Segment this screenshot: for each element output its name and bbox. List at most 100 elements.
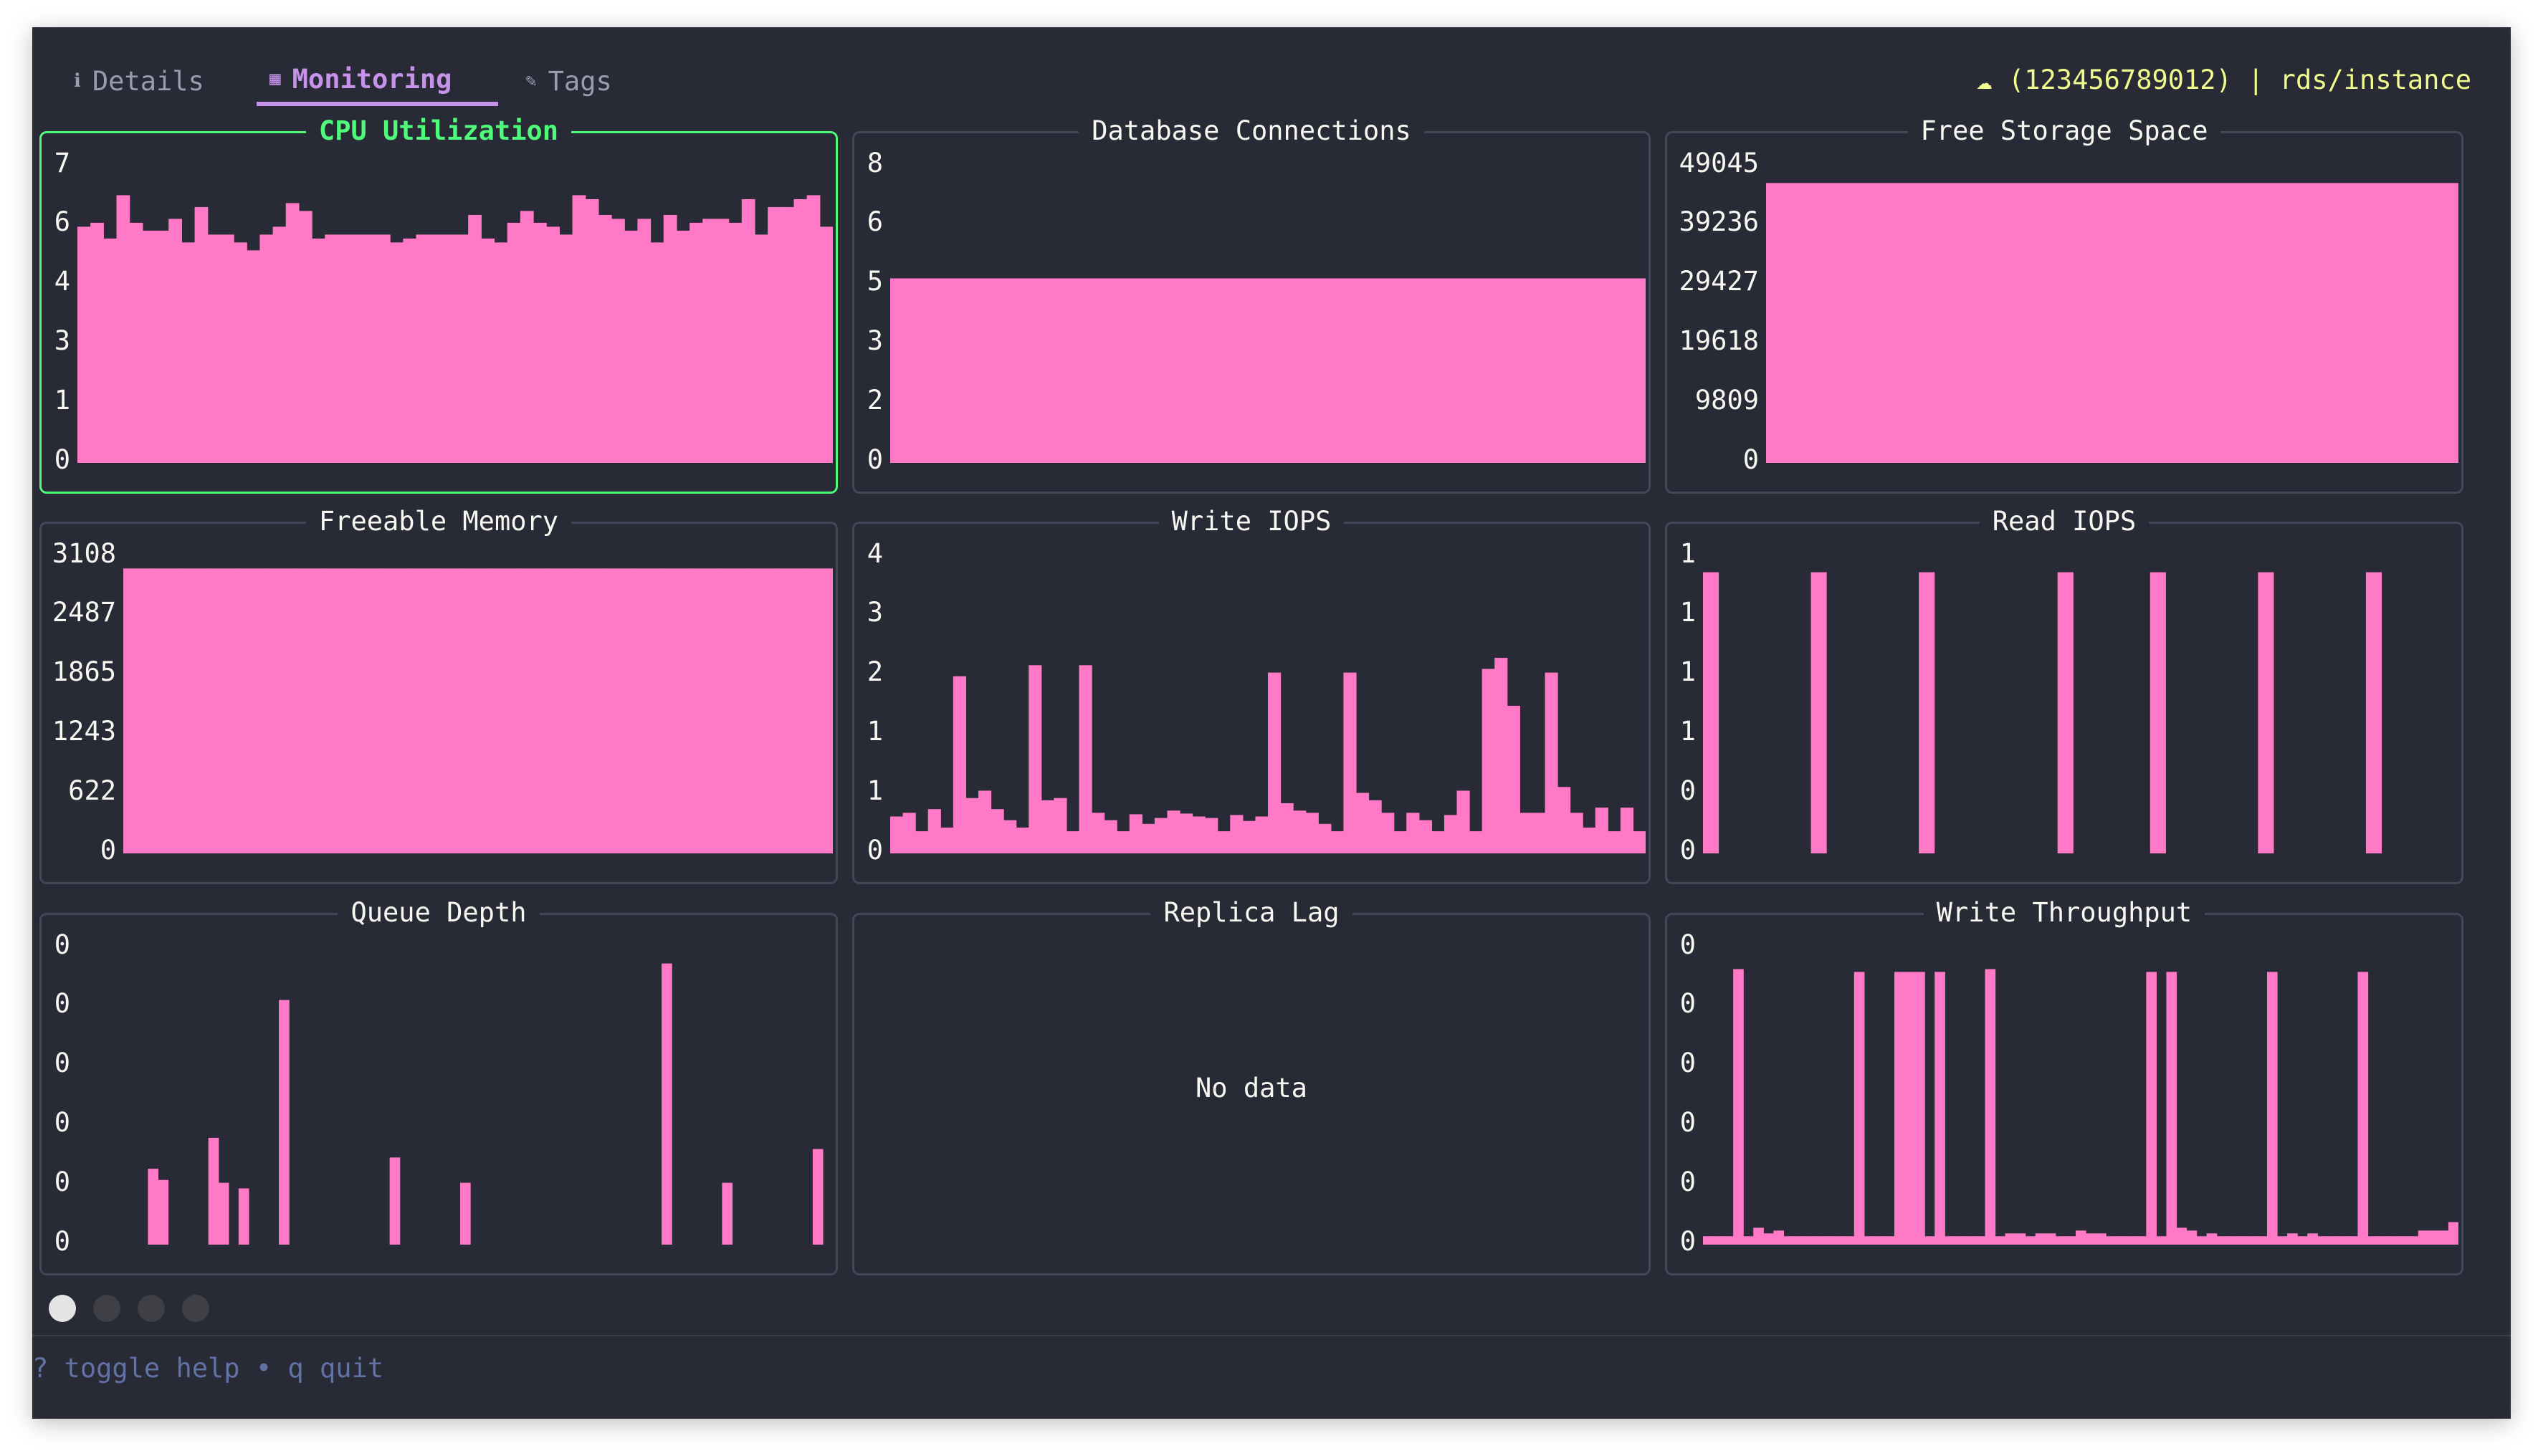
bar	[2196, 1236, 2208, 1245]
help-text: ? toggle help • q quit	[32, 1353, 384, 1384]
panel-queue-depth[interactable]: Queue Depth 0 0 0 0 0 0	[39, 897, 838, 1275]
y-tick-label: 0	[1742, 444, 1759, 475]
bar	[1703, 1236, 1714, 1245]
bar	[1995, 1236, 2006, 1245]
bar	[129, 222, 143, 463]
bar	[1864, 1236, 1875, 1245]
y-tick-label: 2487	[52, 597, 116, 628]
y-tick-label: 1	[867, 716, 883, 747]
y-tick-label: 2	[867, 385, 883, 416]
bar	[2408, 1236, 2419, 1245]
tag-icon: ✎	[525, 70, 537, 92]
bar	[1823, 1236, 1835, 1245]
panel-freeable-memory[interactable]: Freeable Memory 3108 2487 1865 1243 622 0	[39, 506, 838, 884]
bar	[981, 278, 1012, 463]
bar	[2307, 1233, 2318, 1245]
y-tick-label: 0	[1679, 929, 1696, 960]
panel-title: CPU Utilization	[42, 115, 836, 148]
bar	[1456, 790, 1470, 853]
bar	[2055, 1236, 2066, 1245]
bar	[378, 568, 408, 853]
bar	[585, 198, 599, 463]
bar	[2015, 183, 2043, 463]
bar	[1955, 1236, 1965, 1245]
bar	[247, 250, 261, 463]
bar	[1743, 1236, 1754, 1245]
bar	[1519, 813, 1533, 853]
bar	[1723, 1236, 1734, 1245]
bar	[158, 1179, 169, 1245]
tab-tags[interactable]: ✎ Tags	[512, 56, 656, 106]
bar	[2116, 1236, 2127, 1245]
bar	[1167, 810, 1180, 853]
bar	[890, 816, 904, 853]
bar	[220, 234, 234, 463]
bar	[1222, 278, 1254, 463]
bar	[2317, 1236, 2328, 1245]
y-tick-label: 1	[1679, 716, 1696, 747]
panel-free-storage-space[interactable]: Free Storage Space 49045 39236 29427 19618 9…	[1665, 115, 2463, 494]
bar	[1464, 278, 1495, 463]
panel-title: Queue Depth	[42, 896, 836, 929]
y-tick-label: 6	[54, 206, 70, 237]
bar	[1585, 278, 1616, 463]
bar	[950, 278, 982, 463]
bar	[1894, 972, 1905, 1245]
bar	[1532, 813, 1546, 853]
panel-write-iops[interactable]: Write IOPS 4 3 2 1 1 0	[852, 506, 1651, 884]
bar	[1904, 183, 1933, 463]
bar	[298, 211, 312, 463]
bar	[272, 226, 287, 463]
bar	[915, 831, 929, 853]
bar	[1932, 183, 1961, 463]
bar	[1066, 831, 1080, 853]
bar	[1343, 672, 1357, 853]
y-tick-label: 0	[54, 929, 70, 960]
bar	[1054, 798, 1067, 853]
bar	[350, 234, 365, 463]
bar	[2438, 1230, 2449, 1245]
bar	[234, 242, 247, 463]
page-dot-1[interactable]	[49, 1295, 76, 1322]
bar	[208, 568, 237, 853]
bar	[606, 568, 635, 853]
info-icon: ℹ	[74, 70, 81, 92]
panel-write-throughput[interactable]: Write Throughput 0 0 0 0 0 0	[1665, 897, 2463, 1275]
panel-title: Write Throughput	[1667, 896, 2461, 929]
bar	[1821, 183, 1850, 463]
bar	[1180, 813, 1193, 853]
tab-details[interactable]: ℹ Details	[61, 56, 226, 106]
page-dot-4[interactable]	[182, 1295, 209, 1322]
panel-cpu-utilization[interactable]: CPU Utilization 7 6 4 3 1 0	[39, 115, 838, 494]
bar	[2246, 1236, 2258, 1245]
panel-replica-lag[interactable]: Replica Lag No data	[852, 897, 1651, 1275]
page-dot-2[interactable]	[93, 1295, 120, 1322]
cloud-icon: ☁	[1976, 64, 1993, 95]
bar	[748, 568, 777, 853]
bar	[634, 568, 663, 853]
bar	[1041, 278, 1072, 463]
bar	[2226, 1236, 2238, 1245]
panel-read-iops[interactable]: Read IOPS 1 1 1 1 0 0	[1665, 506, 2463, 884]
bar	[1293, 810, 1307, 853]
bar	[1230, 815, 1244, 853]
panel-database-connections[interactable]: Database Connections 8 6 5 3 2 0	[852, 115, 1651, 494]
bar	[207, 234, 221, 463]
bar	[2071, 183, 2099, 463]
bar	[208, 1137, 219, 1245]
y-tick-label: 1	[867, 775, 883, 806]
tab-label: Monitoring	[292, 63, 452, 95]
page-dot-3[interactable]	[138, 1295, 165, 1322]
tab-label: Tags	[548, 65, 612, 97]
bar	[819, 226, 833, 463]
bar	[2292, 183, 2321, 463]
y-tick-label: 5	[867, 266, 883, 297]
bar	[663, 214, 677, 463]
bar	[572, 195, 586, 463]
tab-monitoring[interactable]: ▦ Monitoring	[257, 56, 498, 106]
bar	[390, 242, 404, 463]
bar	[1843, 1236, 1855, 1245]
bar	[927, 809, 941, 853]
bar	[702, 219, 717, 463]
bar	[338, 234, 352, 463]
